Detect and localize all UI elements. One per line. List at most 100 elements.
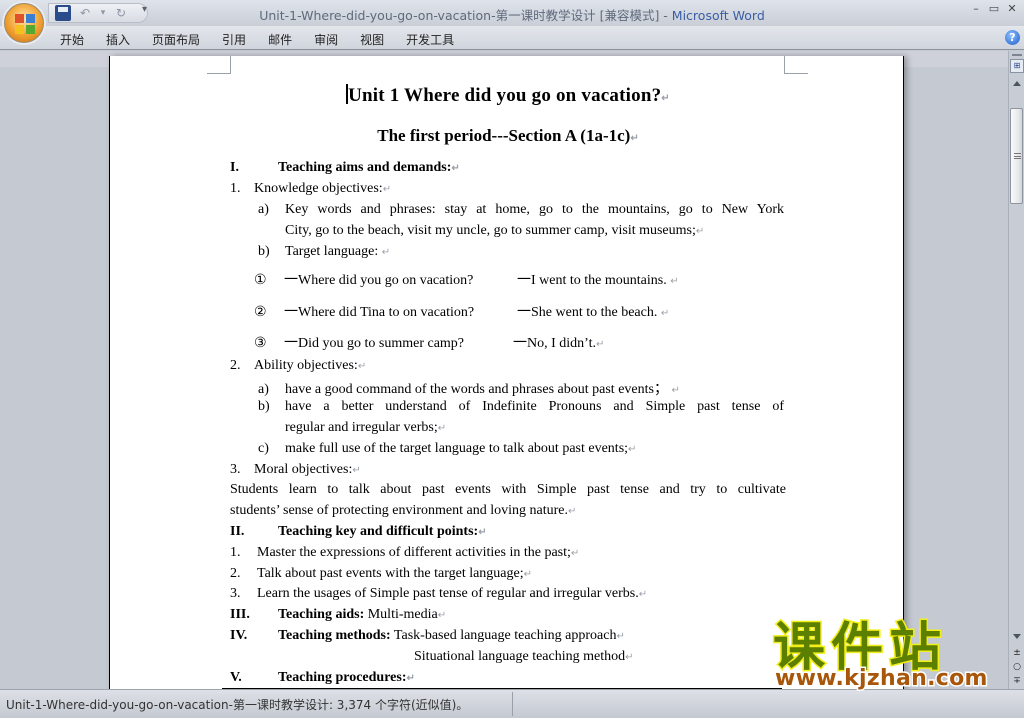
paragraph-mark: ↵ xyxy=(437,423,447,434)
paragraph-text: Students learn to talk about past events… xyxy=(230,482,786,497)
previous-page-icon[interactable]: ± xyxy=(1009,648,1024,658)
paragraph-mark: ↵ xyxy=(625,652,634,663)
tab-page-layout[interactable]: 页面布局 xyxy=(141,31,211,48)
paragraph-mark: ↵ xyxy=(406,673,415,684)
tab-review[interactable]: 审阅 xyxy=(303,31,349,48)
list-letter: c) xyxy=(258,441,269,456)
list-number: 3. xyxy=(230,586,241,601)
tab-view[interactable]: 视图 xyxy=(349,31,395,48)
list-number: 2. xyxy=(230,566,241,581)
status-bar: Unit-1-Where-did-you-go-on-vacation-第一课时… xyxy=(0,689,1024,718)
list-text: Master the expressions of different acti… xyxy=(257,545,571,560)
list-item: 1. Master the expressions of different ac… xyxy=(230,545,579,561)
section-heading: IV. Teaching methods: Task-based language… xyxy=(230,628,625,644)
section-title: Teaching procedures: xyxy=(278,670,407,685)
list-letter: b) xyxy=(258,244,270,259)
restore-button[interactable]: ▭ xyxy=(988,2,1000,15)
dialogue-item: ③ 一Did you go to summer camp? 一No, I didn’… xyxy=(254,332,604,352)
tab-home[interactable]: 开始 xyxy=(60,31,95,48)
title-separator: - xyxy=(659,8,672,23)
document-page[interactable]: Unit 1 Where did you go on vacation?↵ Th… xyxy=(109,56,904,695)
list-item-continuation: regular and irregular verbs;↵ xyxy=(285,420,446,436)
tab-developer[interactable]: 开发工具 xyxy=(395,31,465,48)
list-number: 3. xyxy=(230,462,241,477)
list-item: b) Target language: ↵ xyxy=(258,244,390,260)
split-handle[interactable] xyxy=(1012,54,1022,56)
list-item: 3. Moral objectives:↵ xyxy=(230,462,361,478)
list-text: have a good command of the words and phr… xyxy=(285,382,668,397)
paragraph-line: students’ sense of protecting environmen… xyxy=(230,503,576,519)
document-title: Unit 1 Where did you go on vacation?↵ xyxy=(230,84,786,107)
section-value: Multi-media xyxy=(364,607,438,622)
paragraph-mark: ↵ xyxy=(381,247,391,258)
section-number: V. xyxy=(230,670,242,685)
section-number: IV. xyxy=(230,628,248,643)
vertical-scrollbar[interactable]: ⊞ ± ○ ∓ xyxy=(1008,51,1024,689)
circled-number: ② xyxy=(254,305,267,320)
question-text: 一Where did Tina to on vacation? xyxy=(284,305,475,320)
list-item: 3. Learn the usages of Simple past tense … xyxy=(230,586,647,602)
list-text: regular and irregular verbs; xyxy=(285,420,438,435)
section-title: Teaching aims and demands: xyxy=(278,160,452,175)
tab-mailings[interactable]: 邮件 xyxy=(257,31,303,48)
app-name: Microsoft Word xyxy=(671,8,765,23)
section-number: III. xyxy=(230,607,250,622)
section-title: Teaching key and difficult points: xyxy=(278,524,479,539)
answer-text: 一She went to the beach. xyxy=(517,305,658,320)
section-title: Teaching aids: xyxy=(278,607,365,622)
office-button[interactable] xyxy=(4,3,44,43)
section-number: I. xyxy=(230,160,239,175)
crop-mark-top-right xyxy=(784,56,808,74)
section-title: Teaching methods: xyxy=(278,628,391,643)
select-browse-object-icon[interactable]: ○ xyxy=(1009,662,1024,672)
ribbon: 开始 插入 页面布局 引用 邮件 审阅 视图 开发工具 ? xyxy=(0,26,1024,50)
paragraph-mark: ↵ xyxy=(638,589,648,600)
scroll-up-arrow-icon[interactable] xyxy=(1013,81,1021,86)
minimize-button[interactable]: – xyxy=(970,2,982,15)
section-heading: III. Teaching aids: Multi-media↵ xyxy=(230,607,446,623)
paragraph-mark: ↵ xyxy=(357,361,367,372)
title-bar: ↶ ▾ ↻ ▾ Unit-1-Where-did-you-go-on-vacat… xyxy=(0,0,1024,26)
section-number: II. xyxy=(230,524,245,539)
scroll-thumb[interactable] xyxy=(1010,108,1023,204)
list-text: Moral objectives: xyxy=(254,462,353,477)
section-heading: II. Teaching key and difficult points:↵ xyxy=(230,524,487,540)
paragraph-mark: ↵ xyxy=(695,226,705,237)
status-separator xyxy=(512,692,513,716)
list-item: 1. Knowledge objectives:↵ xyxy=(230,181,391,197)
next-page-icon[interactable]: ∓ xyxy=(1009,676,1024,686)
paragraph-mark: ↵ xyxy=(523,569,533,580)
paragraph-mark: ↵ xyxy=(660,308,670,319)
list-letter: a) xyxy=(258,202,269,217)
answer-text: 一I went to the mountains. xyxy=(517,273,667,288)
paragraph-mark: ↵ xyxy=(568,506,577,517)
list-item: c) make full use of the target language t… xyxy=(258,441,636,457)
section-heading: V. Teaching procedures:↵ xyxy=(230,670,415,686)
window-controls: – ▭ ✕ xyxy=(970,2,1018,15)
help-icon[interactable]: ? xyxy=(1005,30,1020,45)
dialogue-item: ① 一Where did you go on vacation? 一I went t… xyxy=(254,269,679,289)
list-item: a) have a good command of the words and p… xyxy=(258,378,680,398)
list-number: 1. xyxy=(230,545,241,560)
ribbon-tabs: 开始 插入 页面布局 引用 邮件 审阅 视图 开发工具 xyxy=(60,31,465,48)
tab-references[interactable]: 引用 xyxy=(211,31,257,48)
section-value-continuation: Situational language teaching method↵ xyxy=(414,649,634,665)
paragraph-mark: ↵ xyxy=(382,184,392,195)
view-ruler-icon[interactable]: ⊞ xyxy=(1010,59,1024,73)
crop-mark-top-left xyxy=(207,56,231,74)
section-value: Situational language teaching method xyxy=(414,649,626,664)
document-name: Unit-1-Where-did-you-go-on-vacation-第一课时… xyxy=(259,8,660,23)
list-item-continuation: City, go to the beach, visit my uncle, g… xyxy=(285,223,704,239)
tab-insert[interactable]: 插入 xyxy=(95,31,141,48)
paragraph-mark: ↵ xyxy=(437,610,447,621)
section-heading: I. Teaching aims and demands:↵ xyxy=(230,160,460,176)
close-button[interactable]: ✕ xyxy=(1006,2,1018,15)
list-text: Talk about past events with the target l… xyxy=(257,566,524,581)
list-text: City, go to the beach, visit my uncle, g… xyxy=(285,223,696,238)
list-letter: a) xyxy=(258,382,269,397)
paragraph-mark: ↵ xyxy=(570,548,580,559)
dialogue-item: ② 一Where did Tina to on vacation? 一She wen… xyxy=(254,301,669,321)
list-text: make full use of the target language to … xyxy=(285,441,629,456)
scroll-down-arrow-icon[interactable] xyxy=(1013,634,1021,639)
list-item: 2. Talk about past events with the target… xyxy=(230,566,532,582)
